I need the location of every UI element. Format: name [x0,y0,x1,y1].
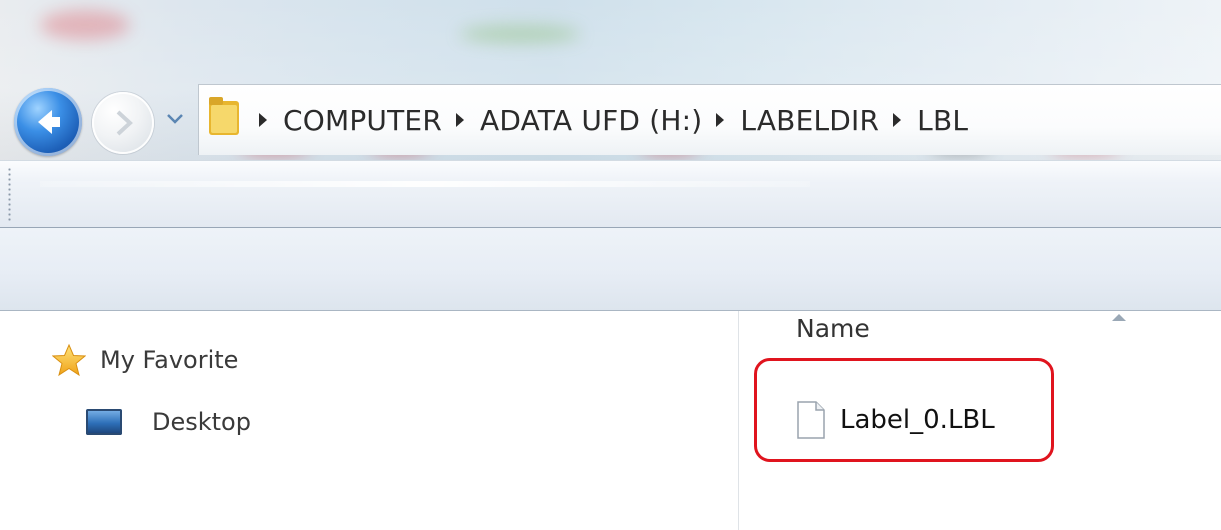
sidebar-item-my-favorite[interactable]: My Favorite [52,340,238,380]
breadcrumb-separator-icon[interactable] [259,113,267,127]
forward-arrow-icon [116,110,133,136]
breadcrumb-separator-icon[interactable] [716,113,725,127]
breadcrumb-computer[interactable]: COMPUTER [283,104,442,137]
breadcrumb-labeldir[interactable]: LABELDIR [740,104,879,137]
folder-icon [209,97,239,135]
breadcrumb-lbl[interactable]: LBL [917,104,968,137]
forward-button[interactable] [92,92,154,154]
blurred-background [460,25,580,43]
breadcrumb: COMPUTER ADATA UFD (H:) LABELDIR LBL [255,95,968,145]
menu-toolbar [0,160,1221,229]
breadcrumb-drive[interactable]: ADATA UFD (H:) [480,104,702,137]
recent-pages-button[interactable] [164,110,186,126]
back-button[interactable] [14,88,82,156]
command-toolbar [0,228,1221,311]
toolbar-grip[interactable] [8,167,11,221]
address-bar[interactable]: COMPUTER ADATA UFD (H:) LABELDIR LBL [198,84,1221,155]
breadcrumb-separator-icon[interactable] [893,113,902,127]
highlight-annotation [754,358,1054,462]
sidebar-item-desktop[interactable]: Desktop [86,402,251,442]
back-arrow-icon [38,110,60,134]
breadcrumb-separator-icon[interactable] [455,113,464,127]
sort-ascending-icon [1112,314,1126,321]
blurred-background [40,10,130,40]
toolbar-highlight [40,181,810,187]
title-bar: COMPUTER ADATA UFD (H:) LABELDIR LBL [0,0,1221,160]
desktop-icon [86,409,122,435]
column-header-name[interactable]: Name [796,314,870,343]
chevron-down-icon [167,114,183,124]
star-icon [52,343,86,377]
sidebar-item-label: Desktop [152,408,251,436]
sidebar-item-label: My Favorite [100,346,239,374]
